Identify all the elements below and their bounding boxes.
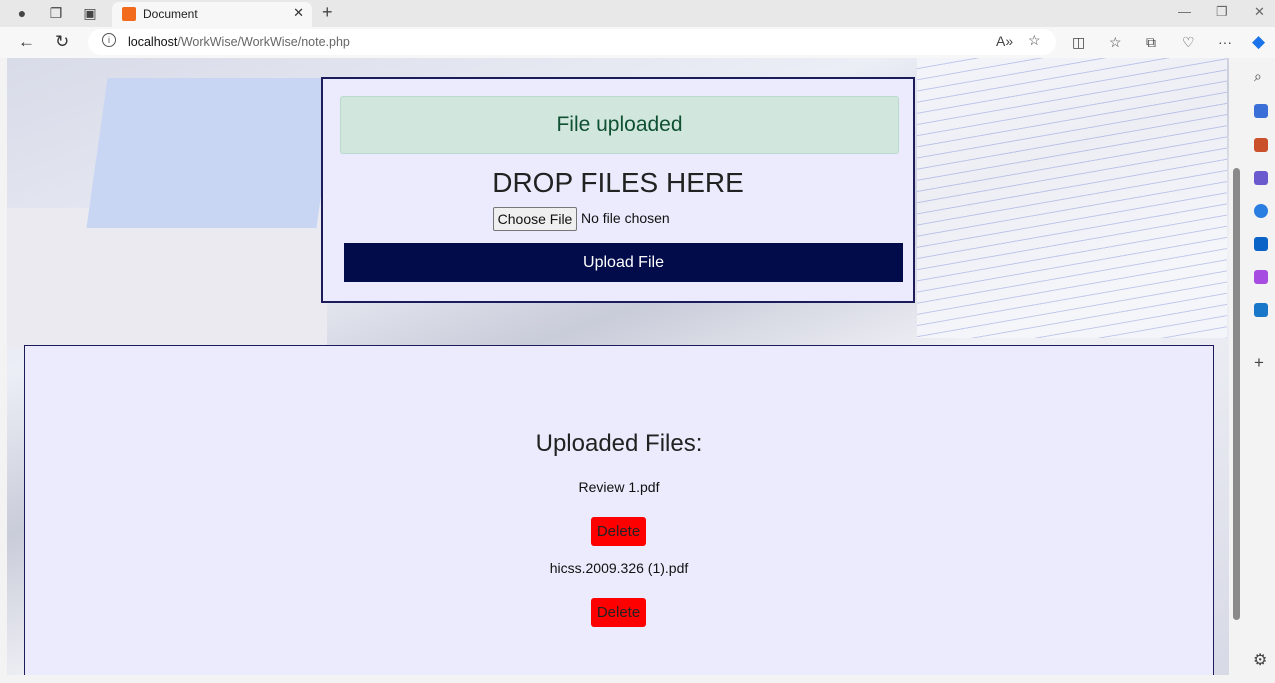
favorites-icon[interactable]: ☆ — [1109, 34, 1122, 51]
choose-file-button[interactable]: Choose File — [493, 207, 577, 231]
microsoft365-icon[interactable] — [1254, 204, 1268, 218]
shopping-icon[interactable] — [1254, 104, 1268, 118]
back-icon[interactable]: ← — [18, 32, 35, 52]
tools-icon[interactable] — [1254, 138, 1268, 152]
add-icon[interactable]: + — [1254, 353, 1264, 373]
close-tab-icon[interactable]: ✕ — [293, 5, 304, 21]
background-folder — [86, 78, 338, 228]
search-icon[interactable]: ⌕ — [1254, 68, 1262, 85]
info-icon[interactable]: i — [102, 33, 116, 47]
drop-zone-heading[interactable]: DROP FILES HERE — [323, 167, 913, 199]
new-tab-button[interactable]: + — [322, 2, 333, 23]
xampp-favicon-icon — [122, 7, 136, 21]
url-text: localhost/WorkWise/WorkWise/note.php — [128, 35, 350, 49]
file-name: Review 1.pdf — [578, 479, 660, 495]
tab-actions-icon[interactable]: ▣ — [81, 5, 99, 23]
background-paper — [917, 58, 1227, 338]
settings-gear-icon[interactable]: ⚙ — [1253, 650, 1267, 670]
workspaces-icon[interactable]: ❐ — [47, 5, 65, 23]
browser-essentials-icon[interactable]: ♡ — [1182, 34, 1195, 51]
copilot-icon[interactable]: ◆ — [1252, 32, 1265, 52]
uploaded-files-panel: Uploaded Files: Review 1.pdf Delete hics… — [24, 345, 1214, 675]
refresh-icon[interactable]: ↻ — [55, 32, 69, 52]
nav-bar: ← ↻ i localhost/WorkWise/WorkWise/note.p… — [0, 27, 1275, 58]
background-illustration — [7, 208, 327, 348]
scrollbar-thumb[interactable] — [1233, 168, 1240, 620]
outlook-icon[interactable] — [1254, 237, 1268, 251]
read-aloud-icon[interactable]: A» — [996, 33, 1013, 49]
tab-title: Document — [143, 7, 198, 21]
upload-card: File uploaded DROP FILES HERE Choose Fil… — [321, 77, 915, 303]
address-bar[interactable]: i localhost/WorkWise/WorkWise/note.php A… — [88, 29, 1056, 55]
upload-success-alert: File uploaded — [340, 96, 899, 154]
games-icon[interactable] — [1254, 171, 1268, 185]
page-viewport: File uploaded DROP FILES HERE Choose Fil… — [7, 58, 1229, 675]
minimize-icon[interactable]: — — [1178, 4, 1191, 19]
file-status: No file chosen — [581, 210, 670, 226]
restore-icon[interactable]: ❐ — [1216, 4, 1228, 20]
tab-bar: ● ❐ ▣ Document ✕ + — ❐ ✕ — [0, 0, 1275, 27]
close-window-icon[interactable]: ✕ — [1254, 4, 1265, 20]
file-name: hicss.2009.326 (1).pdf — [549, 560, 689, 576]
vertical-scrollbar[interactable] — [1230, 58, 1244, 675]
more-icon[interactable]: ··· — [1218, 34, 1232, 50]
collections-icon[interactable]: ⧉ — [1146, 34, 1156, 51]
uploaded-files-title: Uploaded Files: — [535, 430, 703, 457]
send-icon[interactable] — [1254, 303, 1268, 317]
delete-button[interactable]: Delete — [591, 517, 646, 546]
edge-sidebar: ⌕ + ⚙ — [1246, 58, 1275, 683]
delete-button[interactable]: Delete — [591, 598, 646, 627]
split-screen-icon[interactable]: ◫ — [1072, 34, 1085, 51]
favorite-star-icon[interactable]: ☆ — [1028, 32, 1041, 49]
profile-icon[interactable]: ● — [13, 5, 31, 23]
designer-icon[interactable] — [1254, 270, 1268, 284]
tab-document[interactable]: Document ✕ — [112, 2, 312, 27]
upload-file-button[interactable]: Upload File — [344, 243, 903, 282]
